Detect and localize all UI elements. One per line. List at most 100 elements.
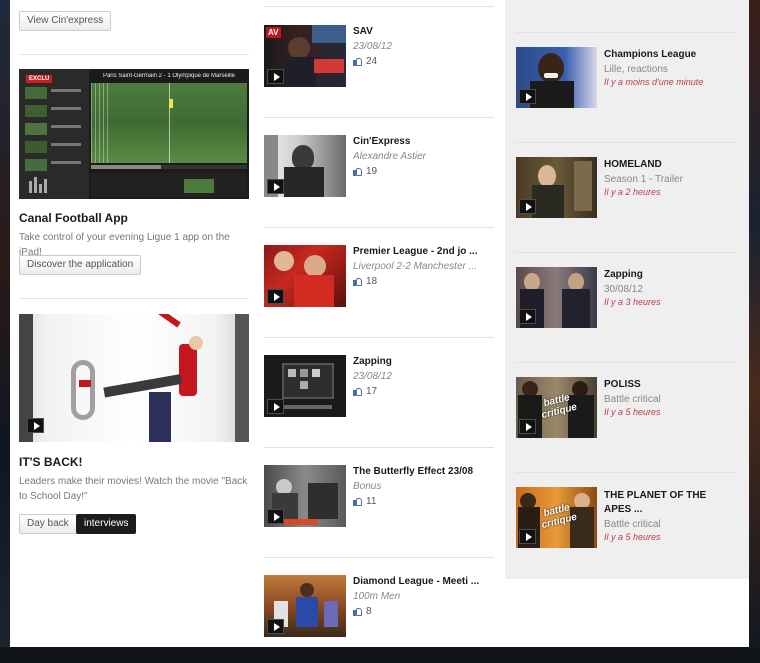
like-count-value: 17	[366, 386, 378, 397]
video-list-item[interactable]: Cin'Express Alexandre Astier 19	[264, 123, 494, 223]
play-icon[interactable]	[267, 399, 284, 414]
video-thumbnail[interactable]: AV	[264, 25, 346, 87]
video-thumbnail[interactable]: battle critique	[516, 377, 597, 438]
day-back-button[interactable]: Day back	[19, 514, 77, 534]
video-subtitle: Season 1 - Trailer	[604, 174, 683, 185]
video-subtitle: Bonus	[353, 481, 382, 492]
play-icon[interactable]	[267, 179, 284, 194]
video-title[interactable]: Zapping	[353, 356, 493, 367]
thumbs-up-icon	[353, 167, 362, 176]
video-subtitle: 23/08/12	[353, 41, 392, 52]
video-thumbnail[interactable]	[264, 575, 346, 637]
thumbs-up-icon	[353, 57, 362, 66]
divider	[516, 32, 738, 33]
play-icon[interactable]	[267, 69, 284, 84]
video-list-item[interactable]: Zapping 23/08/12 17	[264, 343, 494, 443]
divider	[264, 337, 494, 338]
like-count-value: 8	[366, 606, 372, 617]
scoreboard-text: Paris Saint-Germain 2 - 1 Olympique de M…	[102, 73, 236, 79]
video-thumbnail[interactable]: battle critique	[516, 487, 597, 548]
like-count[interactable]: 18	[353, 276, 377, 287]
latest-videos-sidebar: Champions League Lille, reactions Il y a…	[505, 0, 749, 579]
video-title[interactable]: Diamond League - Meeti ...	[353, 576, 493, 587]
divider	[516, 362, 738, 363]
video-title[interactable]: Cin'Express	[353, 136, 493, 147]
video-thumbnail[interactable]	[516, 47, 597, 108]
sidebar-video-item[interactable]: Champions League Lille, reactions Il y a…	[516, 47, 738, 137]
video-thumbnail[interactable]	[264, 465, 346, 527]
thumbs-up-icon	[353, 387, 362, 396]
sidebar-video-item[interactable]: battle critique POLISS Battle critical I…	[516, 377, 738, 467]
video-title[interactable]: POLISS	[604, 379, 738, 390]
football-app-image[interactable]: EXCLU Paris Saint-Germain 2 - 1 Olympiqu…	[19, 69, 249, 199]
av-badge: AV	[266, 27, 281, 38]
video-title[interactable]: Champions League	[604, 49, 738, 60]
video-thumbnail[interactable]	[264, 355, 346, 417]
video-list-item[interactable]: Diamond League - Meeti ... 100m Men 8	[264, 563, 494, 663]
divider	[516, 252, 738, 253]
video-subtitle: 30/08/12	[604, 284, 643, 295]
feature-title: IT'S BACK!	[19, 455, 83, 469]
divider	[264, 117, 494, 118]
divider	[516, 142, 738, 143]
video-title[interactable]: Zapping	[604, 269, 738, 280]
background-edge-left	[0, 0, 10, 647]
video-subtitle: Liverpool 2-2 Manchester ...	[353, 261, 477, 272]
sidebar-video-item[interactable]: Zapping 30/08/12 Il y a 3 heures	[516, 267, 738, 357]
video-timestamp: Il y a 3 heures	[604, 297, 661, 307]
background-edge-right	[749, 0, 760, 647]
divider	[19, 54, 249, 55]
divider	[19, 298, 249, 299]
like-count[interactable]: 19	[353, 166, 377, 177]
divider	[264, 227, 494, 228]
video-timestamp: Il y a 5 heures	[604, 532, 661, 542]
play-icon[interactable]	[267, 289, 284, 304]
video-thumbnail[interactable]	[264, 135, 346, 197]
video-title[interactable]: Premier League - 2nd jo ...	[353, 246, 493, 257]
play-icon[interactable]	[27, 418, 44, 433]
video-subtitle: Lille, reactions	[604, 64, 668, 75]
discover-application-button[interactable]: Discover the application	[19, 255, 142, 275]
feature-title: Canal Football App	[19, 211, 128, 225]
video-thumbnail[interactable]	[264, 245, 346, 307]
play-icon[interactable]	[519, 529, 536, 544]
video-thumbnail[interactable]	[516, 267, 597, 328]
video-thumbnail[interactable]	[516, 157, 597, 218]
divider	[264, 447, 494, 448]
video-title[interactable]: SAV	[353, 26, 493, 37]
video-timestamp: Il y a moins d'une minute	[604, 77, 704, 87]
play-icon[interactable]	[519, 419, 536, 434]
video-title[interactable]: HOMELAND	[604, 159, 738, 170]
like-count[interactable]: 11	[353, 496, 376, 507]
play-icon[interactable]	[519, 309, 536, 324]
like-count[interactable]: 24	[353, 56, 377, 67]
interviews-button[interactable]: interviews	[76, 514, 137, 534]
play-icon[interactable]	[267, 619, 284, 634]
video-subtitle: Battle critical	[604, 394, 661, 405]
divider	[516, 472, 738, 473]
like-count-value: 18	[366, 276, 378, 287]
video-timestamp: Il y a 5 heures	[604, 407, 661, 417]
its-back-image[interactable]	[19, 314, 249, 442]
video-subtitle: Battle critical	[604, 519, 661, 530]
video-title[interactable]: THE PLANET OF THE APES ...	[604, 489, 734, 517]
view-cinexpress-button[interactable]: View Cin'express	[19, 11, 112, 31]
divider	[264, 6, 494, 7]
video-title[interactable]: The Butterfly Effect 23/08	[353, 466, 493, 477]
like-count[interactable]: 8	[353, 606, 372, 617]
content-page: View Cin'express EXCLU Paris Saint-Germa…	[10, 0, 749, 647]
sidebar-video-item[interactable]: battle critique THE PLANET OF THE APES .…	[516, 487, 738, 577]
divider	[264, 557, 494, 558]
video-list-item[interactable]: AV SAV 23/08/12 24	[264, 13, 494, 113]
thumbs-up-icon	[353, 497, 362, 506]
like-count[interactable]: 17	[353, 386, 377, 397]
play-icon[interactable]	[519, 199, 536, 214]
like-count-value: 11	[366, 496, 377, 507]
sidebar-video-item[interactable]: HOMELAND Season 1 - Trailer Il y a 2 heu…	[516, 157, 738, 247]
like-count-value: 19	[366, 166, 378, 177]
video-list-item[interactable]: Premier League - 2nd jo ... Liverpool 2-…	[264, 233, 494, 333]
feature-description: Leaders make their movies! Watch the mov…	[19, 476, 248, 502]
video-list-item[interactable]: The Butterfly Effect 23/08 Bonus 11	[264, 453, 494, 553]
play-icon[interactable]	[267, 509, 284, 524]
play-icon[interactable]	[519, 89, 536, 104]
